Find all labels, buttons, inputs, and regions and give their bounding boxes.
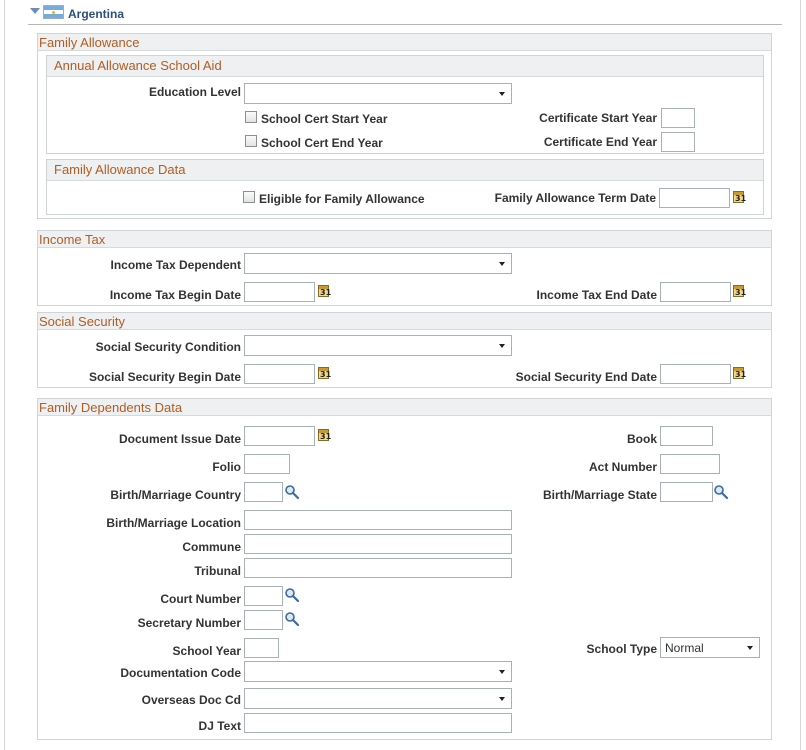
court-number-input[interactable] [244,586,283,606]
birth-state-label: Birth/Marriage State [542,488,657,502]
overseas-doc-select[interactable] [244,688,512,709]
birth-country-input[interactable] [244,482,283,502]
dj-text-label: DJ Text [198,719,241,733]
birth-location-label: Birth/Marriage Location [106,516,241,530]
document-issue-date-label: Document Issue Date [118,432,241,446]
documentation-code-select[interactable] [244,661,512,682]
calendar-icon[interactable]: 31 [733,191,746,203]
cert-start-year-label: Certificate Start Year [539,111,657,125]
school-year-label: School Year [172,644,241,658]
book-label: Book [627,432,657,446]
folio-input[interactable] [244,454,290,474]
calendar-icon[interactable]: 31 [733,367,746,379]
document-issue-date-input[interactable] [244,426,315,446]
act-number-label: Act Number [588,460,657,474]
secretary-number-input[interactable] [244,610,283,630]
tribunal-label: Tribunal [194,564,241,578]
income-tax-title: Income Tax [39,232,106,247]
family-allowance-title: Family Allowance [39,35,140,50]
secretary-number-label: Secretary Number [137,616,241,630]
eligible-label: Eligible for Family Allowance [259,192,425,206]
school-year-input[interactable] [244,638,279,658]
cert-end-year-label: Certificate End Year [543,135,657,149]
argentina-flag-icon [43,5,64,19]
documentation-code-label: Documentation Code [120,666,241,680]
collapse-triangle-icon[interactable] [30,8,40,14]
eligible-checkbox[interactable] [243,191,255,203]
country-header[interactable]: Argentina [68,7,124,21]
magnifier-icon[interactable] [284,611,300,627]
school-cert-start-label: School Cert Start Year [261,112,388,126]
income-tax-begin-date-label: Income Tax Begin Date [109,288,241,302]
school-cert-start-checkbox[interactable] [245,111,257,123]
social-security-end-date-input[interactable] [660,364,731,384]
school-cert-end-checkbox[interactable] [245,135,257,147]
calendar-icon[interactable]: 31 [318,367,331,379]
magnifier-icon[interactable] [713,484,729,500]
social-security-condition-select[interactable] [244,335,512,356]
education-level-label: Education Level [148,85,241,99]
school-type-label: School Type [586,642,657,656]
social-security-header [38,313,771,330]
magnifier-icon[interactable] [284,587,300,603]
family-allowance-term-date-label: Family Allowance Term Date [494,191,656,205]
school-type-select[interactable]: Normal [660,637,760,658]
court-number-label: Court Number [160,592,241,606]
chevron-down-icon [499,92,505,96]
income-tax-end-date-label: Income Tax End Date [536,288,657,302]
chevron-down-icon [499,697,505,701]
income-tax-end-date-input[interactable] [660,282,731,302]
family-dependents-title: Family Dependents Data [39,400,183,415]
tribunal-input[interactable] [244,558,512,578]
chevron-down-icon [747,646,753,650]
calendar-icon[interactable]: 31 [318,429,331,441]
book-input[interactable] [660,426,713,446]
frame-border-right [800,0,801,750]
annual-aid-title: Annual Allowance School Aid [54,58,222,73]
act-number-input[interactable] [660,454,720,474]
cert-end-year-input[interactable] [661,132,695,152]
header-divider [28,24,782,25]
social-security-end-date-label: Social Security End Date [515,370,657,384]
calendar-icon[interactable]: 31 [733,285,746,297]
income-tax-dependent-label: Income Tax Dependent [110,258,241,272]
social-security-title: Social Security [39,314,125,329]
magnifier-icon[interactable] [284,484,300,500]
chevron-down-icon [499,670,505,674]
education-level-select[interactable] [244,83,512,104]
income-tax-header [38,231,771,248]
chevron-down-icon [499,262,505,266]
social-security-begin-date-label: Social Security Begin Date [88,370,241,384]
social-security-begin-date-input[interactable] [244,364,315,384]
dj-text-input[interactable] [244,713,512,733]
income-tax-begin-date-input[interactable] [244,282,315,302]
family-allowance-header [38,34,771,51]
cert-start-year-input[interactable] [661,108,695,128]
family-allowance-data-title: Family Allowance Data [54,162,186,177]
social-security-condition-label: Social Security Condition [95,340,241,354]
income-tax-dependent-select[interactable] [244,253,512,274]
family-allowance-term-date-input[interactable] [659,188,730,208]
school-cert-end-label: School Cert End Year [261,136,383,150]
birth-location-input[interactable] [244,510,512,530]
overseas-doc-label: Overseas Doc Cd [141,693,241,707]
commune-label: Commune [182,540,241,554]
birth-country-label: Birth/Marriage Country [110,488,241,502]
chevron-down-icon [499,344,505,348]
calendar-icon[interactable]: 31 [318,285,331,297]
frame-border-left [4,0,5,750]
folio-label: Folio [212,460,241,474]
birth-state-input[interactable] [660,482,713,502]
commune-input[interactable] [244,534,512,554]
